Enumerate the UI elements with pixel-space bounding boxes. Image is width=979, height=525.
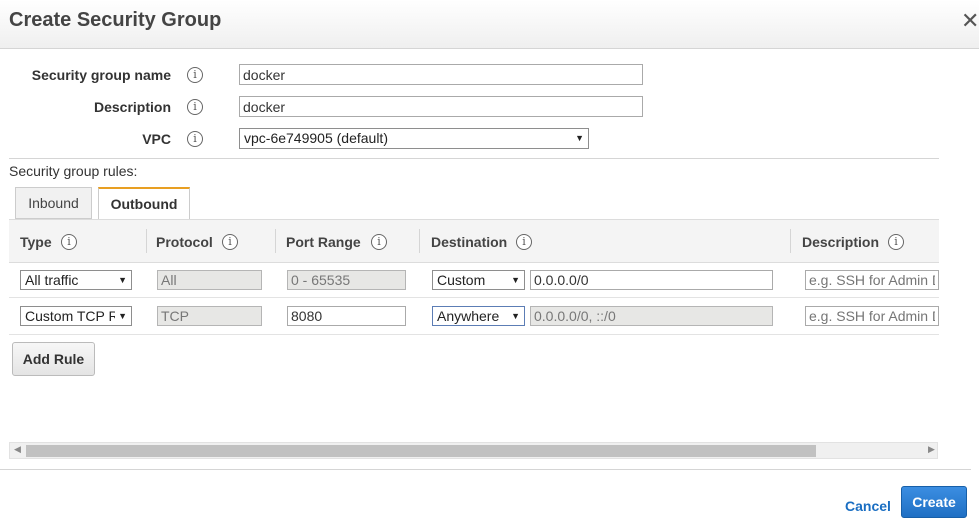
rule-type-select[interactable]: All traffic ▼: [20, 270, 132, 290]
info-icon[interactable]: i: [222, 234, 238, 250]
dialog-title: Create Security Group: [9, 9, 222, 31]
chevron-down-icon: ▼: [575, 133, 584, 143]
info-icon[interactable]: i: [888, 234, 904, 250]
destination-cidr-field: [530, 306, 773, 326]
description-input[interactable]: [239, 96, 643, 117]
protocol-field: [157, 306, 262, 326]
cancel-button[interactable]: Cancel: [845, 498, 891, 514]
rule-type-value: Custom TCP Rule: [25, 308, 115, 324]
destination-mode-select[interactable]: Custom ▼: [432, 270, 525, 290]
chevron-down-icon: ▼: [118, 311, 127, 321]
horizontal-scrollbar[interactable]: ◀ ▶: [9, 442, 938, 459]
chevron-down-icon: ▼: [511, 275, 520, 285]
vpc-select-value: vpc-6e749905 (default): [244, 130, 388, 146]
close-icon[interactable]: ✕: [961, 8, 979, 34]
scrollbar-thumb[interactable]: [26, 445, 816, 457]
vpc-select[interactable]: vpc-6e749905 (default) ▼: [239, 128, 589, 149]
vpc-label: VPC: [142, 131, 171, 147]
security-group-rules-label: Security group rules:: [9, 163, 138, 179]
column-divider: [790, 229, 791, 253]
column-header-type: Type: [20, 234, 52, 250]
tab-inbound[interactable]: Inbound: [15, 187, 92, 219]
footer-divider: [0, 469, 971, 470]
row-divider: [9, 334, 939, 335]
chevron-down-icon: ▼: [511, 311, 520, 321]
port-range-input[interactable]: [287, 306, 406, 326]
info-icon[interactable]: i: [516, 234, 532, 250]
destination-mode-value: Anywhere: [437, 308, 500, 324]
dialog-header: Create Security Group ✕: [0, 0, 979, 49]
column-divider: [275, 229, 276, 253]
info-icon[interactable]: i: [187, 131, 203, 147]
destination-mode-value: Custom: [437, 272, 486, 288]
divider: [9, 158, 939, 159]
column-divider: [419, 229, 420, 253]
column-header-destination: Destination: [431, 234, 508, 250]
scroll-right-icon[interactable]: ▶: [928, 444, 935, 455]
scroll-left-icon[interactable]: ◀: [14, 444, 21, 455]
destination-cidr-input[interactable]: [530, 270, 773, 290]
tab-outbound[interactable]: Outbound: [98, 187, 190, 220]
rule-description-input[interactable]: [805, 270, 939, 290]
protocol-field: [157, 270, 262, 290]
info-icon[interactable]: i: [187, 99, 203, 115]
info-icon[interactable]: i: [61, 234, 77, 250]
description-label: Description: [93, 99, 171, 115]
security-group-name-input[interactable]: [239, 64, 643, 85]
chevron-down-icon: ▼: [118, 275, 127, 285]
column-divider: [146, 229, 147, 253]
column-header-protocol: Protocol: [156, 234, 213, 250]
add-rule-button[interactable]: Add Rule: [12, 342, 95, 376]
security-group-name-label: Security group name: [31, 67, 171, 83]
column-header-port-range: Port Range: [286, 234, 361, 250]
info-icon[interactable]: i: [187, 67, 203, 83]
info-icon[interactable]: i: [371, 234, 387, 250]
row-divider: [9, 297, 939, 298]
rule-description-input[interactable]: [805, 306, 939, 326]
rule-type-select[interactable]: Custom TCP Rule ▼: [20, 306, 132, 326]
port-range-field: [287, 270, 406, 290]
rule-type-value: All traffic: [25, 272, 79, 288]
destination-mode-select[interactable]: Anywhere ▼: [432, 306, 525, 326]
column-header-description: Description: [802, 234, 880, 250]
create-button[interactable]: Create: [901, 486, 967, 518]
